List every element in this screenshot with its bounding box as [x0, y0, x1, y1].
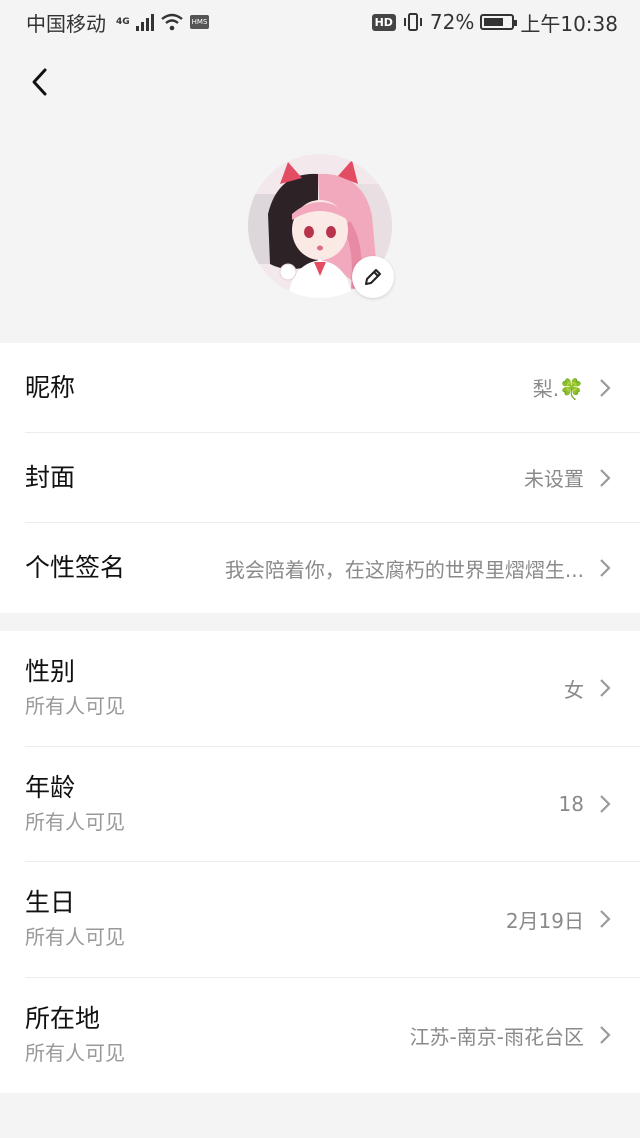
chevron-right-icon	[598, 377, 612, 399]
chevron-right-icon	[598, 557, 612, 579]
profile-details-section: 性别 所有人可见 女 年龄 所有人可见 18 生日 所有人可见 2月19日 所在…	[0, 631, 640, 1093]
battery-icon	[480, 14, 518, 30]
birthday-visibility: 所有人可见	[25, 925, 125, 950]
signature-label: 个性签名	[25, 553, 126, 582]
cover-row[interactable]: 封面 未设置	[25, 433, 640, 523]
age-value: 18	[558, 791, 584, 816]
status-bar: 中国移动 4G HMS HD 72% 上午10:38	[0, 0, 640, 44]
location-visibility: 所有人可见	[25, 1041, 125, 1066]
location-value: 江苏-南京-雨花台区	[409, 1024, 584, 1049]
wifi-icon	[160, 13, 183, 31]
gender-label: 性别	[25, 657, 76, 687]
battery-level	[484, 18, 504, 26]
avatar-edit-button[interactable]	[352, 256, 394, 298]
nickname-label: 昵称	[25, 372, 76, 402]
chevron-right-icon	[598, 1024, 612, 1046]
vibrate-icon	[403, 13, 422, 31]
hd-badge: HD	[371, 13, 396, 31]
location-label: 所在地	[25, 1004, 101, 1034]
signal-icon	[135, 13, 154, 31]
cover-label: 封面	[25, 462, 76, 492]
battery-percent: 72%	[429, 10, 475, 34]
gender-row[interactable]: 性别 所有人可见 女	[25, 631, 640, 747]
gender-value: 女	[564, 677, 584, 702]
nickname-value: 梨.🍀	[532, 377, 584, 401]
birthday-label: 生日	[25, 888, 76, 918]
birthday-value: 2月19日	[505, 908, 584, 933]
back-button[interactable]	[20, 62, 60, 102]
status-right: HD 72% 上午10:38	[371, 8, 618, 37]
age-visibility: 所有人可见	[25, 809, 125, 834]
pencil-icon	[365, 269, 381, 285]
chevron-left-icon	[32, 68, 47, 96]
birthday-row[interactable]: 生日 所有人可见 2月19日	[25, 862, 640, 978]
chevron-right-icon	[598, 908, 612, 930]
signature-row[interactable]: 个性签名 我会陪着你，在这腐朽的世界里熠熠生...	[25, 523, 640, 613]
age-label: 年龄	[25, 772, 76, 802]
chevron-right-icon	[598, 793, 612, 815]
status-left: 中国移动 4G HMS	[26, 8, 210, 37]
nickname-row[interactable]: 昵称 梨.🍀	[25, 343, 640, 433]
cover-value: 未设置	[524, 467, 584, 491]
chevron-right-icon	[598, 467, 612, 489]
age-row[interactable]: 年龄 所有人可见 18	[25, 747, 640, 862]
gender-visibility: 所有人可见	[25, 694, 125, 719]
clock: 上午10:38	[520, 11, 618, 36]
signature-value: 我会陪着你，在这腐朽的世界里熠熠生...	[224, 557, 584, 582]
location-row[interactable]: 所在地 所有人可见 江苏-南京-雨花台区	[25, 978, 640, 1094]
avatar-container[interactable]	[248, 154, 394, 298]
chevron-right-icon	[598, 677, 612, 699]
carrier-name: 中国移动	[26, 11, 106, 36]
network-type: 4G	[116, 16, 130, 27]
profile-basic-section: 昵称 梨.🍀 封面 未设置 个性签名 我会陪着你，在这腐朽的世界里熠熠生...	[0, 343, 640, 613]
hms-badge: HMS	[189, 15, 210, 29]
